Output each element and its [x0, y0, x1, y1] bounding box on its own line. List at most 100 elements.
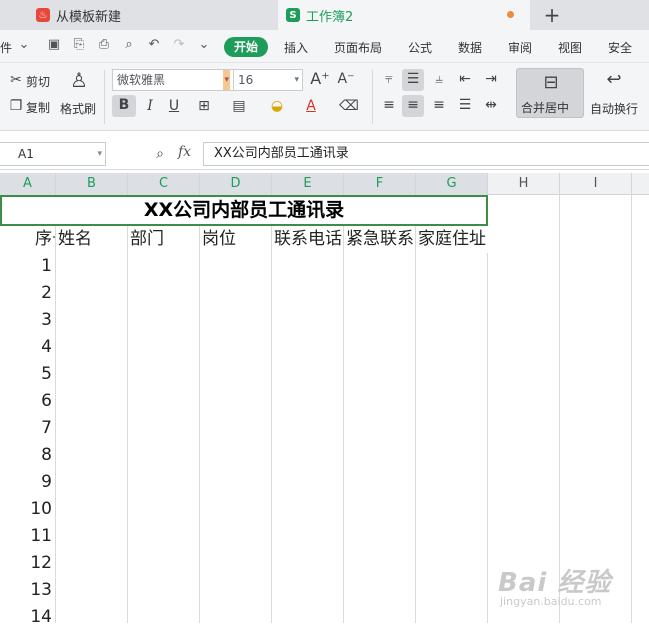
column-header-f[interactable]: F: [344, 173, 416, 195]
row-number-cell[interactable]: 14: [0, 604, 52, 631]
row-number-cell[interactable]: 1: [0, 253, 52, 280]
align-middle-icon[interactable]: ☰: [402, 69, 424, 91]
menu-tab-data[interactable]: 数据: [458, 39, 482, 56]
chevron-down-icon: ▾: [223, 70, 230, 90]
row-number-cell[interactable]: 8: [0, 442, 52, 469]
print-icon[interactable]: ⎙: [96, 37, 112, 53]
menu-tab-review[interactable]: 审阅: [508, 39, 532, 56]
align-right-icon[interactable]: ≡: [428, 95, 450, 115]
tab-from-template-label: 从模板新建: [56, 9, 122, 25]
italic-button[interactable]: I: [140, 96, 160, 116]
merged-title-cell[interactable]: XX公司内部员工通讯录: [0, 195, 488, 226]
name-box-value: A1: [18, 147, 34, 161]
column-header-g[interactable]: G: [416, 173, 488, 195]
align-left-icon[interactable]: ≡: [378, 95, 400, 115]
merge-center-button[interactable]: ⊟ 合并居中: [516, 68, 584, 118]
more-icon[interactable]: ⌄: [196, 37, 212, 53]
row-number-cell[interactable]: 4: [0, 334, 52, 361]
export-icon[interactable]: ⎘: [71, 37, 87, 53]
copy-button[interactable]: 复制: [26, 99, 50, 116]
header-cell-name[interactable]: 姓名: [58, 226, 127, 253]
wrap-text-icon[interactable]: ↩: [600, 70, 628, 90]
save-icon[interactable]: ▣: [46, 37, 62, 53]
cell-style-icon[interactable]: ▤: [226, 96, 252, 116]
menu-tab-insert[interactable]: 插入: [284, 39, 308, 56]
chevron-down-icon[interactable]: ⌄: [16, 37, 32, 53]
clear-format-icon[interactable]: ⌫: [336, 96, 362, 116]
align-center-icon[interactable]: ≡: [402, 95, 424, 117]
decrease-indent-icon[interactable]: ⇤: [454, 69, 476, 89]
header-cell-index[interactable]: 序号: [0, 226, 55, 253]
align-top-icon[interactable]: ⫧: [378, 69, 400, 89]
decrease-font-icon[interactable]: A⁻: [336, 69, 356, 89]
row-number-cell[interactable]: 9: [0, 469, 52, 496]
row-number-cell[interactable]: 2: [0, 280, 52, 307]
row-number-cell[interactable]: 12: [0, 550, 52, 577]
borders-icon[interactable]: ⊞: [192, 96, 216, 116]
increase-indent-icon[interactable]: ⇥: [480, 69, 502, 89]
fill-color-icon[interactable]: ◒: [264, 96, 290, 116]
new-tab-button[interactable]: +: [540, 3, 564, 27]
row-number-cell[interactable]: 7: [0, 415, 52, 442]
column-header-d[interactable]: D: [200, 173, 272, 195]
tab-from-template[interactable]: ♨ 从模板新建: [28, 0, 276, 30]
spreadsheet-icon: S: [286, 8, 300, 22]
chevron-down-icon: ▾: [97, 149, 102, 159]
header-cell-address[interactable]: 家庭住址: [418, 226, 496, 253]
menu-tab-home[interactable]: 开始: [224, 37, 268, 57]
zoom-search-icon[interactable]: ⌕: [150, 144, 170, 164]
fx-icon[interactable]: fx: [178, 144, 191, 160]
underline-button[interactable]: U: [164, 96, 184, 116]
font-color-icon[interactable]: A: [298, 96, 324, 116]
column-header-h[interactable]: H: [488, 173, 560, 195]
column-header-i[interactable]: I: [560, 173, 632, 195]
undo-icon[interactable]: ↶: [146, 37, 162, 53]
format-painter-button[interactable]: 格式刷: [60, 100, 96, 117]
tab-workbook-label: 工作簿2: [306, 9, 354, 25]
font-size-select[interactable]: 16 ▾: [233, 69, 303, 91]
name-box[interactable]: A1 ▾: [0, 142, 106, 166]
font-size-value: 16: [238, 73, 254, 87]
cell-grid[interactable]: [0, 195, 649, 623]
formula-input[interactable]: XX公司内部员工通讯录: [203, 142, 649, 166]
cut-button[interactable]: 剪切: [26, 73, 50, 90]
header-cell-phone[interactable]: 联系电话: [274, 226, 343, 253]
menu-tab-formulas[interactable]: 公式: [408, 39, 432, 56]
row-number-cell[interactable]: 6: [0, 388, 52, 415]
merge-center-label: 合并居中: [521, 101, 570, 115]
row-number-cell[interactable]: 11: [0, 523, 52, 550]
column-header-e[interactable]: E: [272, 173, 344, 195]
copy-icon[interactable]: ❐: [6, 96, 26, 116]
menu-tab-page-layout[interactable]: 页面布局: [334, 39, 382, 56]
column-header-c[interactable]: C: [128, 173, 200, 195]
header-cell-position[interactable]: 岗位: [202, 226, 271, 253]
redo-icon[interactable]: ↷: [171, 37, 187, 53]
row-number-cell[interactable]: 5: [0, 361, 52, 388]
bold-button[interactable]: B: [112, 95, 136, 117]
header-cell-department[interactable]: 部门: [130, 226, 199, 253]
watermark-url: jingyan.baidu.com: [500, 595, 602, 608]
column-header-a[interactable]: A: [0, 173, 56, 195]
column-header-b[interactable]: B: [56, 173, 128, 195]
menu-tab-security[interactable]: 安全: [608, 39, 632, 56]
flame-icon: ♨: [36, 8, 50, 22]
scissors-icon[interactable]: ✂: [6, 70, 26, 90]
distributed-align-icon[interactable]: ⇹: [480, 95, 502, 115]
justify-icon[interactable]: ☰: [454, 95, 476, 115]
row-number-cell[interactable]: 10: [0, 496, 52, 523]
header-cell-emergency-contact[interactable]: 紧急联系: [346, 226, 415, 253]
align-bottom-icon[interactable]: ⫨: [428, 69, 450, 89]
row-number-cell[interactable]: 3: [0, 307, 52, 334]
increase-font-icon[interactable]: A⁺: [310, 69, 330, 89]
header-index-text: 序号: [35, 229, 55, 249]
tab-workbook[interactable]: S 工作簿2: [278, 0, 530, 30]
font-name-select[interactable]: 微软雅黑 ▾: [112, 69, 234, 91]
format-painter-icon[interactable]: ♙: [66, 70, 92, 90]
menu-tab-view[interactable]: 视图: [558, 39, 582, 56]
print-preview-icon[interactable]: ⌕: [121, 37, 137, 53]
chevron-down-icon: ▾: [294, 75, 299, 85]
file-menu[interactable]: 件: [0, 39, 12, 56]
wrap-text-button[interactable]: 自动换行: [590, 100, 638, 117]
row-number-cell[interactable]: 13: [0, 577, 52, 604]
merge-cells-icon: ⊟: [543, 72, 559, 93]
